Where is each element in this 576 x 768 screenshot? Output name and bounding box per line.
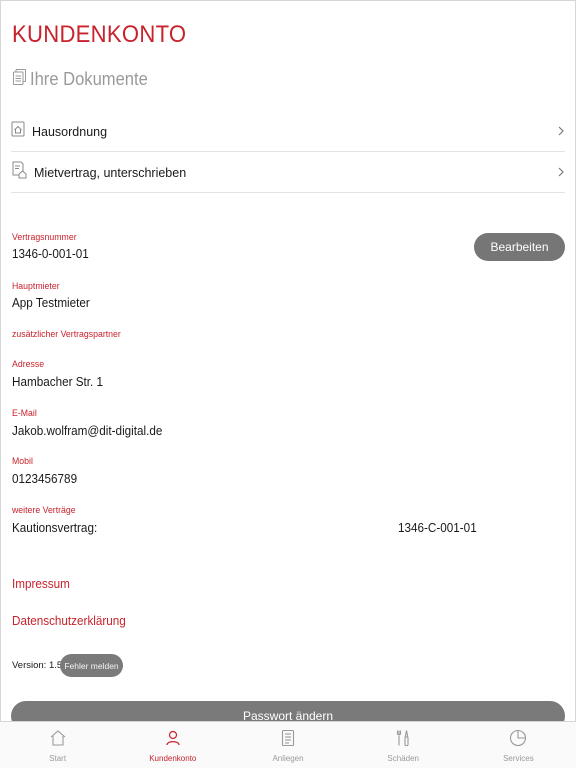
documents-heading: Ihre Dokumente xyxy=(12,68,158,91)
tab-kundenkonto[interactable]: Kundenkonto xyxy=(115,722,230,768)
more-contract-name: Kautionsvertrag: xyxy=(12,520,98,535)
tab-start[interactable]: Start xyxy=(0,722,115,768)
chevron-right-icon xyxy=(557,165,565,183)
contract-number-label: Vertragsnummer xyxy=(12,232,77,243)
address-value: Hambacher Str. 1 xyxy=(12,374,104,389)
document-icon xyxy=(279,729,297,752)
document-item-hausordnung[interactable]: Hausordnung xyxy=(11,112,565,152)
user-icon xyxy=(164,729,182,752)
document-item-mietvertrag[interactable]: Mietvertrag, unterschrieben xyxy=(11,153,565,193)
tenant-label: Hauptmieter xyxy=(12,281,60,292)
document-item-label: Mietvertrag, unterschrieben xyxy=(34,165,187,180)
contract-number-value: 1346-0-001-01 xyxy=(12,246,89,261)
partner-label: zusätzlicher Vertragspartner xyxy=(12,329,121,340)
tab-label: Anliegen xyxy=(272,754,304,763)
privacy-link[interactable]: Datenschutzerklärung xyxy=(12,613,126,628)
edit-button[interactable]: Bearbeiten xyxy=(474,233,565,261)
more-contracts-label: weitere Verträge xyxy=(12,505,76,516)
document-item-label: Hausordnung xyxy=(32,124,108,139)
address-label: Adresse xyxy=(12,359,45,370)
chevron-right-icon xyxy=(557,124,565,142)
home-icon xyxy=(49,729,67,752)
tab-label: Start xyxy=(49,754,67,763)
more-contract-number: 1346-C-001-01 xyxy=(398,520,477,535)
email-value: Jakob.wolfram@dit-digital.de xyxy=(12,423,163,438)
imprint-link[interactable]: Impressum xyxy=(12,576,70,591)
documents-icon xyxy=(12,68,28,91)
tab-services[interactable]: Services xyxy=(461,722,576,768)
tab-label: Kundenkonto xyxy=(149,754,197,763)
documents-heading-text: Ihre Dokumente xyxy=(30,69,148,89)
email-label: E-Mail xyxy=(12,408,37,419)
tab-bar: Start Kundenkonto Anliegen Schäden Servi… xyxy=(0,721,576,768)
mobile-label: Mobil xyxy=(12,456,33,467)
tools-icon xyxy=(394,729,412,752)
contract-document-icon xyxy=(11,161,27,184)
tab-schaeden[interactable]: Schäden xyxy=(346,722,461,768)
mobile-value: 0123456789 xyxy=(12,471,78,486)
pie-chart-icon xyxy=(509,729,527,752)
tab-anliegen[interactable]: Anliegen xyxy=(230,722,345,768)
house-document-icon xyxy=(11,121,25,142)
tab-label: Schäden xyxy=(387,754,419,763)
tenant-value: App Testmieter xyxy=(12,295,90,310)
report-error-button[interactable]: Fehler melden xyxy=(60,654,123,677)
tab-label: Services xyxy=(503,754,534,763)
page-title: KUNDENKONTO xyxy=(12,21,187,48)
